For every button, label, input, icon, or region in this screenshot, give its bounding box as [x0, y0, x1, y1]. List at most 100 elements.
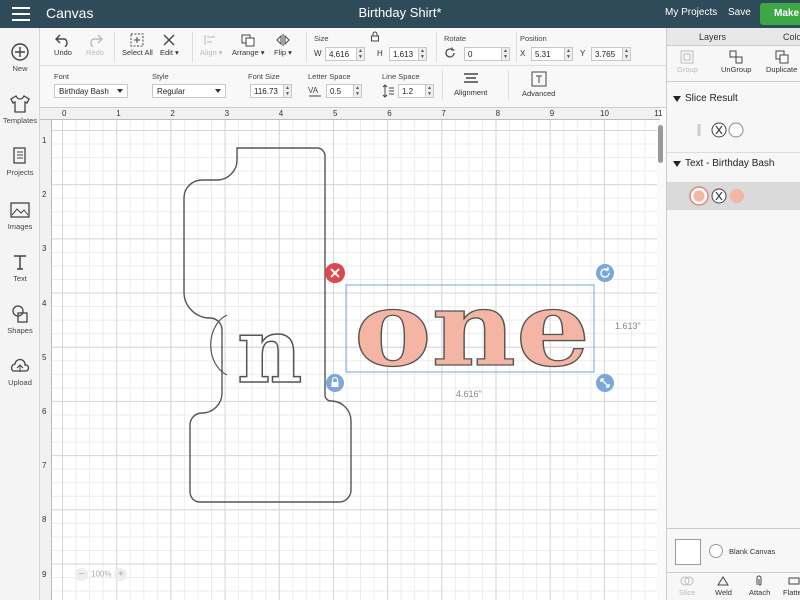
ungroup-label: UnGroup	[721, 65, 752, 74]
make-button[interactable]: Make	[760, 3, 800, 25]
sidebar-item-templates[interactable]: Templates	[0, 94, 40, 125]
advanced-button[interactable]: Advanced	[522, 70, 555, 98]
select-all-button[interactable]: Select All	[122, 33, 153, 57]
rotate-label: Rotate	[444, 34, 467, 43]
x-position-stepper[interactable]: ▲ ▼	[565, 47, 573, 61]
blank-canvas-color[interactable]	[709, 544, 723, 558]
y-position-field[interactable]: 3.765	[591, 47, 623, 61]
select-all-label: Select All	[122, 48, 153, 57]
font-select[interactable]: Birthday Bash	[54, 84, 128, 98]
save-button[interactable]: Save	[728, 7, 751, 18]
redo-label: Redo	[86, 48, 104, 57]
layer-group-text[interactable]: Text - Birthday Bash	[667, 152, 800, 174]
font-size-stepper[interactable]: ▲ ▼	[284, 84, 292, 98]
slice-button[interactable]: Slice	[679, 575, 695, 597]
resize-handle[interactable]	[596, 374, 614, 392]
line-space-stepper[interactable]: ▲ ▼	[426, 84, 434, 98]
sidebar-label: Upload	[8, 378, 32, 387]
zoom-out-button[interactable]: −	[75, 568, 88, 581]
ruler-tick-label: 10	[600, 109, 609, 118]
line-space-field[interactable]: 1.2	[398, 84, 426, 98]
height-stepper[interactable]: ▲ ▼	[419, 47, 427, 61]
attach-button[interactable]: Attach	[749, 575, 770, 597]
rotate-field[interactable]: 0	[464, 47, 502, 61]
arrange-button[interactable]: Arrange ▾	[232, 33, 265, 57]
left-sidebar: New Templates Projects Images Text Shape…	[0, 28, 40, 600]
tab-color[interactable]: Color	[783, 32, 800, 42]
letter-space-stepper[interactable]: ▲ ▼	[354, 84, 362, 98]
flatten-button[interactable]: Flatten	[783, 575, 800, 597]
ruler-tick-label: 7	[42, 461, 47, 471]
weld-label: Weld	[715, 588, 732, 597]
lock-icon[interactable]	[370, 31, 380, 42]
flip-button[interactable]: Flip ▾	[274, 33, 292, 57]
align-label: Align	[200, 48, 217, 57]
width-stepper[interactable]: ▲ ▼	[357, 47, 365, 61]
style-select[interactable]: Regular	[152, 84, 226, 98]
ruler-tick-label: 11	[654, 109, 663, 118]
align-button[interactable]: Align ▾	[200, 33, 223, 57]
ungroup-button[interactable]: UnGroup	[721, 50, 751, 74]
divider	[192, 32, 193, 62]
divider	[114, 32, 115, 62]
alignment-label: Alignment	[454, 88, 488, 97]
width-field[interactable]: 4.616	[325, 47, 357, 61]
rotate-stepper[interactable]: ▲ ▼	[502, 47, 510, 61]
zoom-in-button[interactable]: +	[114, 568, 128, 581]
slice-icon	[680, 576, 694, 586]
sidebar-item-new[interactable]: New	[0, 42, 40, 73]
text-align-icon	[463, 73, 478, 83]
redo-button[interactable]: Redo	[86, 33, 104, 57]
edit-button[interactable]: Edit ▾	[160, 33, 179, 57]
layer-row-selected[interactable]	[667, 182, 800, 210]
paperclip-icon	[756, 575, 762, 586]
sidebar-item-images[interactable]: Images	[0, 200, 40, 231]
x-position-field[interactable]: 5.31	[531, 47, 565, 61]
overlay-letter-n[interactable]: n	[236, 297, 303, 405]
blank-canvas-label: Blank Canvas	[729, 547, 776, 556]
scissors-icon	[163, 34, 175, 46]
layer-row[interactable]	[667, 116, 800, 144]
panel-tabs: Layers Color	[667, 28, 800, 46]
sidebar-label: Templates	[2, 116, 38, 125]
tab-layers[interactable]: Layers	[699, 32, 726, 42]
font-value: Birthday Bash	[59, 87, 109, 96]
alignment-button[interactable]: Alignment	[454, 71, 487, 97]
sidebar-item-projects[interactable]: Projects	[0, 146, 40, 177]
y-position-stepper[interactable]: ▲ ▼	[623, 47, 631, 61]
sidebar-item-text[interactable]: Text	[0, 252, 40, 283]
delete-handle[interactable]	[325, 263, 345, 283]
group-button[interactable]: Group	[677, 50, 698, 74]
width-axis-label: W	[314, 49, 322, 58]
size-label: Size	[314, 34, 329, 43]
horizontal-ruler: 0 1 2 3 4 5 6 7 8 9 10 11	[40, 108, 663, 120]
height-field[interactable]: 1.613	[389, 47, 419, 61]
font-size-label: Font Size	[248, 72, 280, 81]
scrollbar-thumb[interactable]	[658, 125, 663, 163]
sidebar-item-shapes[interactable]: Shapes	[0, 304, 40, 335]
arrange-icon	[241, 34, 255, 47]
layer-tools: Group UnGroup Duplicate	[667, 46, 800, 82]
flip-label: Flip	[274, 48, 287, 57]
weld-button[interactable]: Weld	[715, 575, 732, 597]
ruler-tick-label: 0	[62, 109, 67, 118]
my-projects-link[interactable]: My Projects	[665, 7, 717, 18]
ruler-tick-label: 2	[42, 190, 47, 200]
undo-icon	[55, 34, 68, 47]
rotate-handle[interactable]	[596, 264, 614, 282]
canvas-scrollbar[interactable]	[657, 120, 666, 600]
letter-space-field[interactable]: 0.5	[326, 84, 354, 98]
text-icon	[14, 255, 26, 270]
duplicate-button[interactable]: Duplicate	[766, 50, 797, 74]
blank-canvas-swatch[interactable]	[675, 539, 701, 565]
layer-group-slice-result[interactable]: Slice Result	[667, 88, 800, 110]
blank-canvas-row[interactable]: Blank Canvas	[667, 528, 800, 572]
lock-handle[interactable]	[326, 374, 344, 392]
ruler-tick-label: 5	[333, 109, 338, 118]
sidebar-item-upload[interactable]: Upload	[0, 356, 40, 387]
font-size-field[interactable]: 116.73	[250, 84, 284, 98]
selected-text-one[interactable]: one	[353, 266, 590, 390]
undo-button[interactable]: Undo	[54, 33, 72, 57]
design-canvas[interactable]: n one 4.616" 1.613"	[52, 120, 660, 600]
edit-label: Edit	[160, 48, 173, 57]
